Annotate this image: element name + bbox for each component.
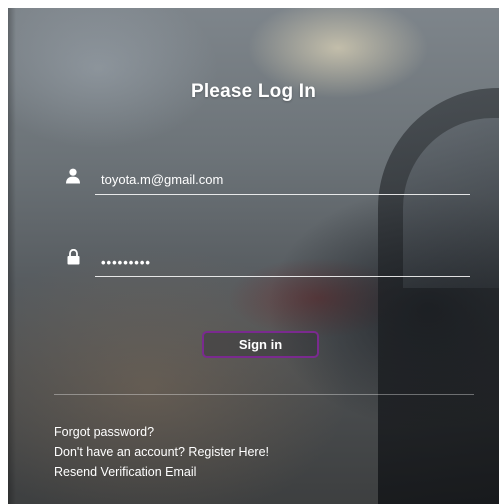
page-title: Please Log In: [190, 81, 317, 102]
login-screen: Please Log In toyota.m@gmail.com •••••••…: [8, 8, 499, 504]
email-field[interactable]: toyota.m@gmail.com: [95, 168, 470, 195]
account-links: Forgot password? Don't have an account? …: [54, 422, 269, 482]
password-value: •••••••••: [101, 255, 151, 270]
sign-in-button[interactable]: Sign in: [202, 331, 319, 358]
register-link[interactable]: Don't have an account? Register Here!: [54, 442, 269, 462]
forgot-password-link[interactable]: Forgot password?: [54, 422, 269, 442]
lock-icon: [67, 248, 81, 265]
email-value: toyota.m@gmail.com: [101, 172, 224, 187]
password-field[interactable]: •••••••••: [95, 250, 470, 277]
resend-verification-link[interactable]: Resend Verification Email: [54, 462, 269, 482]
user-icon: [66, 168, 80, 184]
divider: [54, 394, 474, 395]
